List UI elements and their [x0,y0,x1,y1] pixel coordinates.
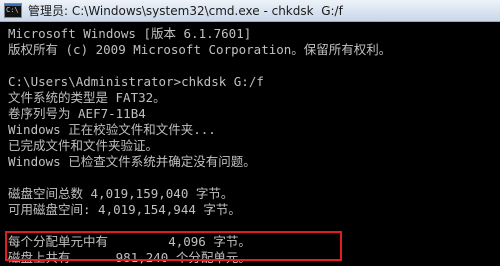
title-bar[interactable]: C:\ 管理员: C:\Windows\system32\cmd.exe - c… [0,0,500,22]
icon-prompt: C:\ [6,6,19,14]
console-line-blank-1 [8,58,500,74]
cmd-icon[interactable]: C:\ [4,3,22,18]
console-line-command: C:\Users\Administrator>chkdsk G:/f [8,74,264,89]
console-output[interactable]: Microsoft Windows [版本 6.1.7601] 版权所有 (c)… [8,26,500,265]
console-line-blank-2 [8,170,500,186]
console-line-serial: 卷序列号为 AEF7-11B4 [8,106,146,121]
window-title: 管理员: C:\Windows\system32\cmd.exe - chkds… [28,4,343,18]
console-line-filesystem: 文件系统的类型是 FAT32。 [8,90,166,105]
console-line-verifying: Windows 正在校验文件和文件夹... [8,122,216,137]
console-line-free-space: 可用磁盘空间: 4,019,154,944 字节。 [8,202,241,217]
console-line-copyright: 版权所有 (c) 2009 Microsoft Corporation。保留所有… [8,42,392,57]
console-line-verified: 已完成文件和文件夹验证。 [8,138,159,153]
console-line-version: Microsoft Windows [版本 6.1.7601] [8,26,252,41]
console-line-total-space: 磁盘空间总数 4,019,159,040 字节。 [8,186,234,201]
highlight-box [5,231,342,261]
console-line-no-problems: Windows 已检查文件系统并确定没有问题。 [8,154,256,169]
